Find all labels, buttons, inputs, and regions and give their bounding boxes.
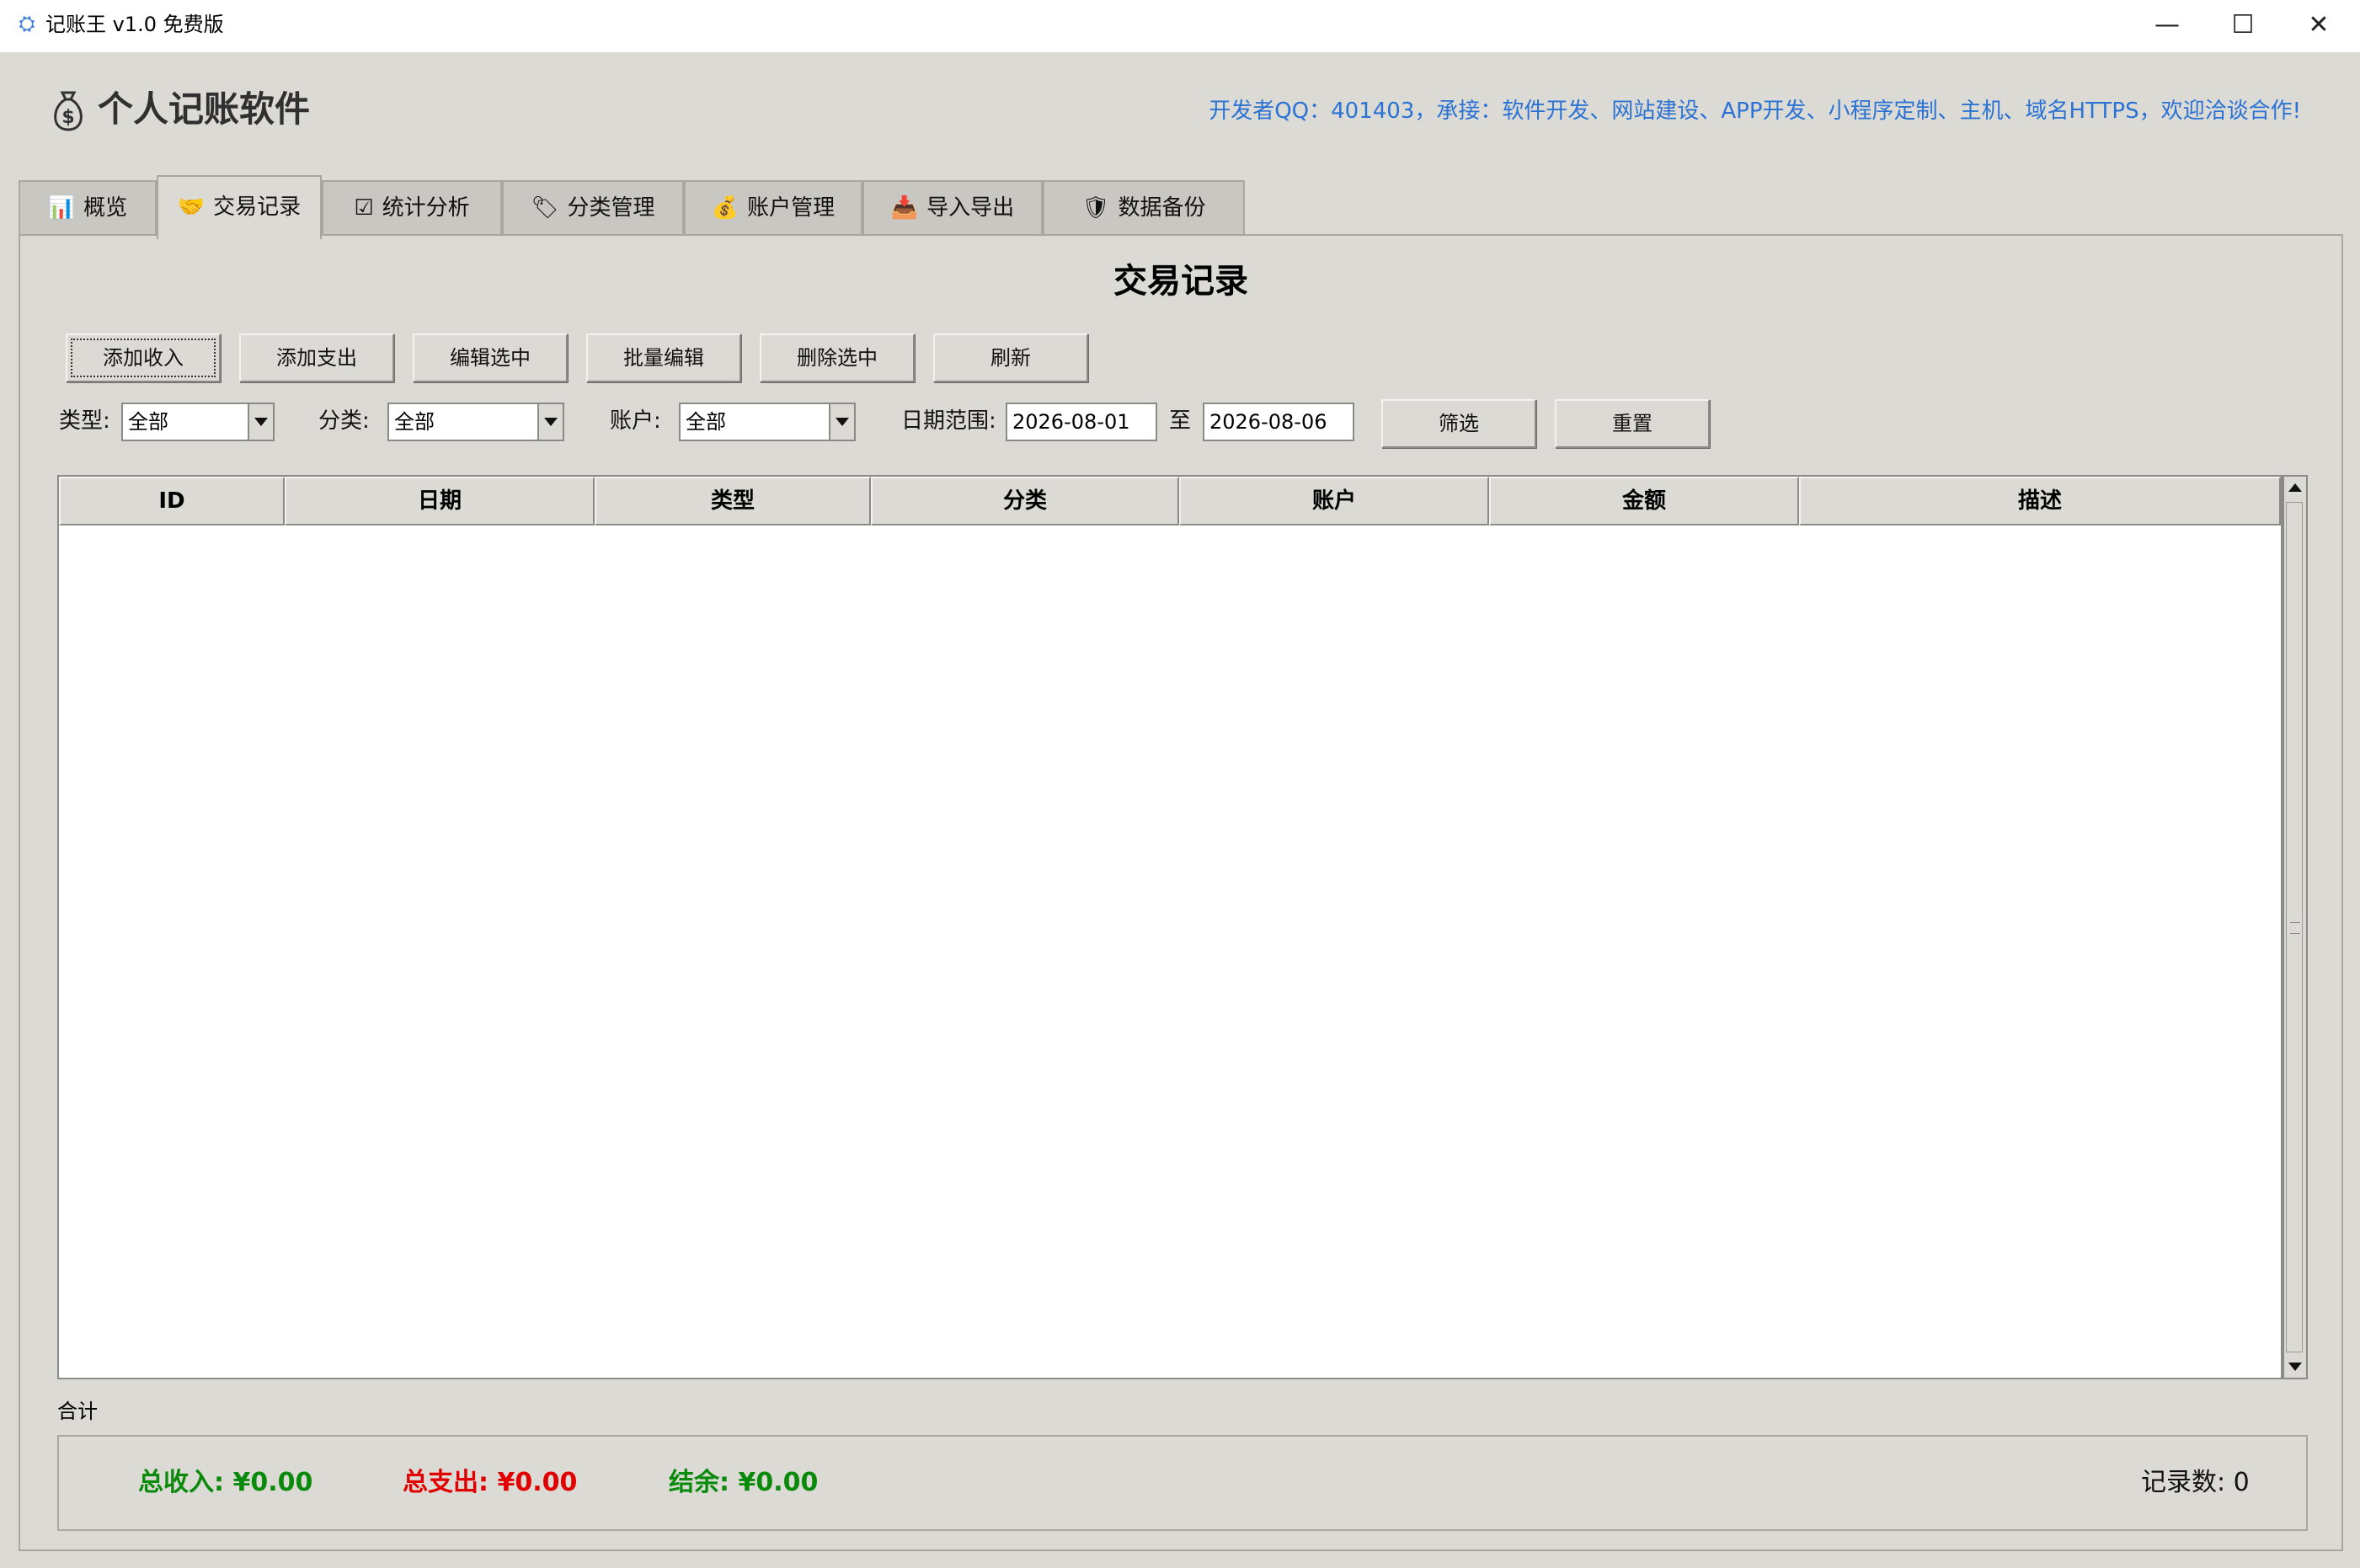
refresh-button[interactable]: 刷新 [933, 333, 1088, 382]
add-income-button[interactable]: 添加收入 [66, 333, 221, 382]
column-header-type[interactable]: 类型 [595, 477, 871, 525]
svg-text:$: $ [61, 107, 74, 128]
date-to-input[interactable]: 2026-08-06 [1203, 403, 1354, 441]
checkbox-icon: ☑ [354, 195, 374, 221]
table-scrollbar[interactable] [2283, 475, 2308, 1379]
tab-accounts[interactable]: 💰 账户管理 [684, 180, 862, 236]
transactions-panel: 交易记录 添加收入 添加支出 编辑选中 批量编辑 删除选中 刷新 类型: 全部 … [19, 234, 2343, 1551]
column-header-account[interactable]: 账户 [1179, 477, 1489, 525]
delete-selected-button[interactable]: 删除选中 [760, 333, 915, 382]
balance: 结余: ¥0.00 [669, 1468, 819, 1497]
date-separator: 至 [1169, 408, 1192, 434]
money-bag-icon: 💰 [711, 195, 740, 221]
chevron-down-icon[interactable] [829, 404, 854, 440]
column-header-description[interactable]: 描述 [1799, 477, 2281, 525]
date-from-input[interactable]: 2026-08-01 [1006, 403, 1157, 441]
transactions-table[interactable]: ID 日期 类型 分类 账户 金额 描述 [57, 475, 2283, 1379]
shield-icon: 🛡 [1081, 195, 1110, 221]
tag-icon: 🏷 [531, 195, 559, 221]
window-title: 记账王 v1.0 免费版 [45, 13, 224, 36]
tab-overview[interactable]: 📊 概览 [19, 180, 157, 236]
app-icon: ⛭ [19, 12, 35, 35]
date-range-label: 日期范围: [901, 408, 996, 434]
type-label: 类型: [59, 408, 110, 434]
column-header-id[interactable]: ID [59, 477, 285, 525]
category-select[interactable]: 全部 [387, 403, 564, 441]
app-name: 个人记账软件 [98, 88, 311, 130]
type-select[interactable]: 全部 [121, 403, 275, 441]
grip-icon [2290, 922, 2300, 934]
minimize-button[interactable]: — [2129, 0, 2205, 52]
batch-edit-button[interactable]: 批量编辑 [586, 333, 741, 382]
developer-info: 开发者QQ：401403，承接：软件开发、网站建设、APP开发、小程序定制、主机… [1209, 99, 2301, 124]
table-header: ID 日期 类型 分类 账户 金额 描述 [59, 477, 2281, 525]
account-select[interactable]: 全部 [679, 403, 856, 441]
column-header-amount[interactable]: 金额 [1489, 477, 1799, 525]
chevron-down-icon[interactable] [248, 404, 273, 440]
tab-transactions[interactable]: 🤝 交易记录 [157, 175, 322, 239]
column-header-date[interactable]: 日期 [285, 477, 595, 525]
tab-backup[interactable]: 🛡 数据备份 [1043, 180, 1245, 236]
money-bag-icon: $ [54, 91, 83, 131]
scroll-up-arrow-icon[interactable] [2284, 477, 2306, 500]
summary-frame: 总收入: ¥0.00 总支出: ¥0.00 结余: ¥0.00 记录数: 0 [57, 1435, 2308, 1531]
inbox-tray-icon: 📥 [890, 195, 919, 221]
column-header-category[interactable]: 分类 [871, 477, 1179, 525]
window-title-bar: ⛭ 记账王 v1.0 免费版 — ☐ ✕ [0, 0, 2360, 53]
total-income: 总收入: ¥0.00 [138, 1468, 313, 1497]
chevron-down-icon[interactable] [537, 404, 563, 440]
tab-categories[interactable]: 🏷 分类管理 [502, 180, 684, 236]
scroll-thumb[interactable] [2286, 502, 2303, 1352]
account-label: 账户: [610, 408, 661, 434]
maximize-button[interactable]: ☐ [2205, 0, 2281, 52]
tab-statistics[interactable]: ☑ 统计分析 [322, 180, 502, 236]
page-title: 交易记录 [1113, 262, 1248, 301]
summary-label: 合计 [57, 1400, 98, 1423]
app-header: $ 个人记账软件 开发者QQ：401403，承接：软件开发、网站建设、APP开发… [0, 52, 2360, 170]
edit-selected-button[interactable]: 编辑选中 [413, 333, 568, 382]
total-expense: 总支出: ¥0.00 [403, 1468, 578, 1497]
scroll-down-arrow-icon[interactable] [2284, 1354, 2306, 1378]
category-label: 分类: [318, 408, 370, 434]
filter-button[interactable]: 筛选 [1381, 399, 1536, 448]
add-expense-button[interactable]: 添加支出 [239, 333, 394, 382]
reset-button[interactable]: 重置 [1555, 399, 1710, 448]
record-count: 记录数: 0 [2141, 1468, 2250, 1497]
close-button[interactable]: ✕ [2281, 0, 2357, 52]
bar-chart-icon: 📊 [47, 195, 76, 221]
tab-import-export[interactable]: 📥 导入导出 [862, 180, 1043, 236]
handshake-icon: 🤝 [177, 195, 206, 220]
